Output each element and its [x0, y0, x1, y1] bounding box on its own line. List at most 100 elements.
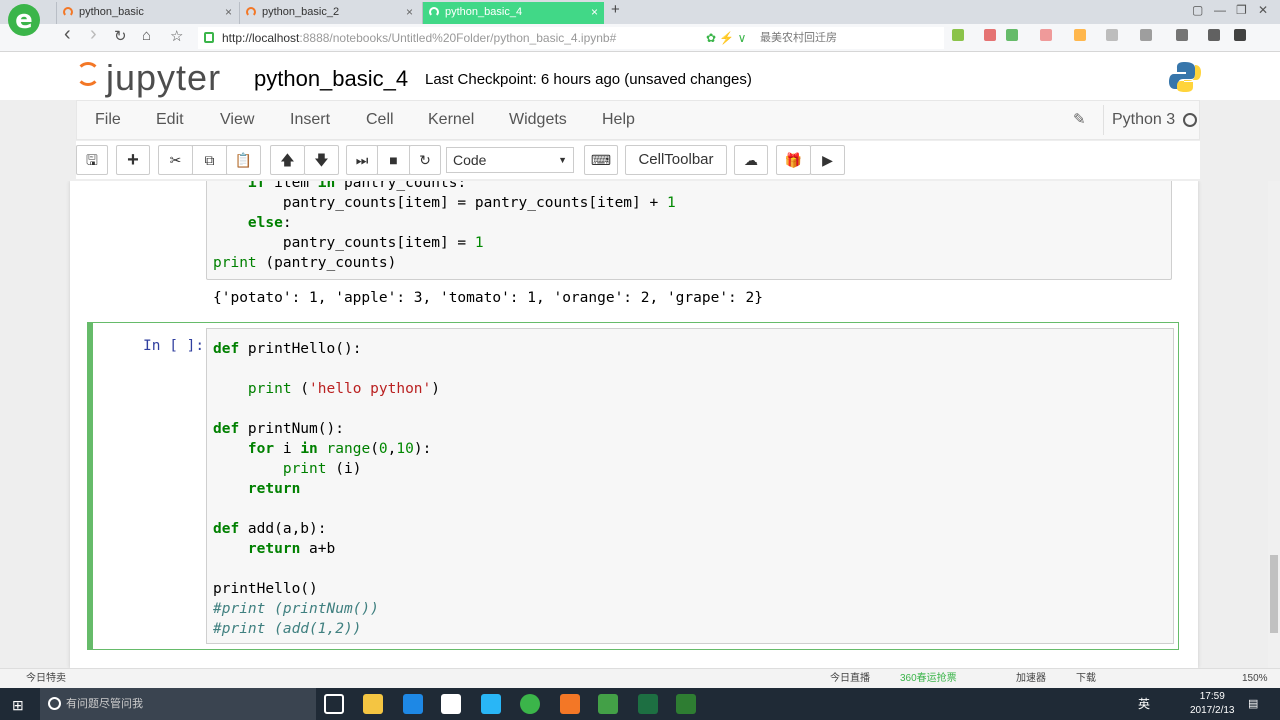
restart-button[interactable]: ↻: [409, 145, 441, 175]
task-view-icon[interactable]: [324, 694, 344, 714]
extension-icon[interactable]: [984, 29, 996, 41]
extension-icon[interactable]: [1140, 29, 1152, 41]
extension-icon[interactable]: [1234, 29, 1246, 41]
ime-language-indicator[interactable]: 英: [1138, 688, 1150, 720]
url-input[interactable]: http://localhost:8888/notebooks/Untitled…: [198, 27, 944, 49]
terminal-icon[interactable]: [676, 694, 696, 714]
tab-python-basic[interactable]: python_basic ×: [56, 2, 238, 24]
windows-start-icon[interactable]: ⊞: [12, 697, 24, 714]
move-down-button[interactable]: 🡇: [304, 145, 339, 175]
copy-button[interactable]: ⧉: [192, 145, 227, 175]
upload-cloud-button[interactable]: ☁: [734, 145, 768, 175]
code-editor-icon[interactable]: [598, 694, 618, 714]
move-up-button[interactable]: 🡅: [270, 145, 305, 175]
secure-shield-icon: [204, 32, 214, 43]
notebook-area: if item in pantry_counts: pantry_counts[…: [0, 181, 1268, 668]
favorite-star-icon[interactable]: ☆: [170, 27, 183, 45]
cut-button[interactable]: ✂: [158, 145, 193, 175]
cortana-search-input[interactable]: 有问题尽管问我: [40, 688, 316, 720]
run-button[interactable]: ⏭: [346, 145, 378, 175]
extension-icon[interactable]: [1106, 29, 1118, 41]
window-close-button[interactable]: ✕: [1258, 3, 1268, 17]
file-explorer-icon[interactable]: [363, 694, 383, 714]
gift-button[interactable]: 🎁: [776, 145, 811, 175]
tab-title: python_basic_4: [445, 6, 523, 18]
present-button[interactable]: ▶: [810, 145, 845, 175]
keyboard-shortcuts-button[interactable]: ⌨: [584, 145, 618, 175]
menu-file[interactable]: File: [95, 111, 121, 129]
app-icon[interactable]: [481, 694, 501, 714]
cell-type-value: Code: [453, 152, 487, 168]
close-icon[interactable]: ×: [591, 2, 598, 22]
status-accelerator-button[interactable]: 加速器: [1016, 669, 1046, 688]
menu-widgets[interactable]: Widgets: [509, 111, 567, 129]
maximize-button[interactable]: ❐: [1236, 3, 1247, 17]
extension-icon[interactable]: [1074, 29, 1086, 41]
close-icon[interactable]: ×: [406, 2, 413, 22]
extension-icon[interactable]: [1006, 29, 1018, 41]
zoom-level[interactable]: 150%: [1242, 669, 1268, 688]
status-live-link[interactable]: 今日直播: [830, 669, 870, 688]
extension-icon[interactable]: [1208, 29, 1220, 41]
extension-icon[interactable]: [1176, 29, 1188, 41]
selected-code-cell[interactable]: In [ ]: def printHello(): print ('hello …: [87, 322, 1179, 650]
search-placeholder: 有问题尽管问我: [66, 698, 143, 710]
news-suggestion-link[interactable]: 最美农村回迁房: [760, 27, 837, 49]
page-scrollbar[interactable]: [1268, 181, 1280, 668]
system-clock[interactable]: 17:59 2017/2/13: [1190, 690, 1235, 718]
360-browser-taskbar-icon[interactable]: [520, 694, 540, 714]
tab-python-basic-4[interactable]: python_basic_4 ×: [422, 2, 604, 24]
menu-view[interactable]: View: [220, 111, 254, 129]
code-cell-input[interactable]: if item in pantry_counts: pantry_counts[…: [206, 181, 1172, 280]
back-button[interactable]: ‹: [64, 23, 71, 46]
paste-button[interactable]: 📋: [226, 145, 261, 175]
insert-cell-button[interactable]: +: [116, 145, 150, 175]
kernel-name: Python 3: [1112, 111, 1176, 128]
browser-status-bar: 今日特卖 今日直播 360春运抢票 加速器 下载 150%: [0, 668, 1280, 688]
tab-python-basic-2[interactable]: python_basic_2 ×: [239, 2, 419, 24]
menu-edit[interactable]: Edit: [156, 111, 184, 129]
notebook-name[interactable]: python_basic_4: [254, 66, 408, 92]
new-tab-button[interactable]: +: [611, 1, 620, 18]
interrupt-button[interactable]: ■: [377, 145, 410, 175]
menu-insert[interactable]: Insert: [290, 111, 330, 129]
code-line: else:: [247, 215, 292, 231]
jupyter-logo-text[interactable]: jupyter: [106, 60, 221, 96]
restore-icon[interactable]: ▢: [1192, 3, 1203, 17]
status-promo-link[interactable]: 360春运抢票: [900, 669, 957, 688]
cell-output: {'potato': 1, 'apple': 3, 'tomato': 1, '…: [213, 290, 763, 306]
home-button[interactable]: ⌂: [142, 27, 151, 44]
status-download-button[interactable]: 下载: [1076, 669, 1096, 688]
url-tools-icon[interactable]: ✿ ⚡ ∨: [706, 27, 746, 49]
cell-type-select[interactable]: Code ▼: [446, 147, 574, 173]
save-button[interactable]: 🖫: [76, 145, 108, 175]
cortana-icon: [48, 697, 61, 710]
scrollbar-thumb[interactable]: [1270, 555, 1278, 633]
minimize-button[interactable]: —: [1214, 3, 1226, 17]
notebook-toolbar: 🖫 + ✂ ⧉ 📋 🡅 🡇 ⏭ ■ ↻ Code ▼ ⌨ CellToolbar…: [76, 141, 1200, 179]
celltoolbar-button[interactable]: CellToolbar: [625, 145, 727, 175]
excel-icon[interactable]: [638, 694, 658, 714]
extension-icon[interactable]: [952, 29, 964, 41]
tab-title: python_basic: [79, 6, 144, 18]
notification-icon[interactable]: ▤: [1248, 688, 1258, 720]
forward-button[interactable]: ›: [90, 23, 97, 46]
tab-title: python_basic_2: [262, 6, 340, 18]
status-news-link[interactable]: 今日特卖: [26, 669, 66, 688]
jupyter-tab-icon: [63, 7, 73, 17]
menu-kernel[interactable]: Kernel: [428, 111, 474, 129]
windows-taskbar: ⊞ 有问题尽管问我 英 17:59 2017/2/13 ▤: [0, 688, 1280, 720]
jupyter-taskbar-icon[interactable]: [560, 694, 580, 714]
extension-icon[interactable]: [1040, 29, 1052, 41]
menu-help[interactable]: Help: [602, 111, 635, 129]
edge-browser-icon[interactable]: [403, 694, 423, 714]
close-icon[interactable]: ×: [225, 2, 232, 22]
chevron-down-icon: ▼: [558, 155, 567, 165]
browser-tab-strip: python_basic × python_basic_2 × python_b…: [0, 0, 1280, 24]
code-cell-input[interactable]: def printHello(): print ('hello python')…: [206, 328, 1174, 644]
menu-cell[interactable]: Cell: [366, 111, 394, 129]
code-line: print (pantry_counts): [213, 255, 397, 271]
reload-button[interactable]: ↻: [114, 27, 127, 45]
jupyter-tab-icon: [429, 7, 439, 17]
store-icon[interactable]: [441, 694, 461, 714]
